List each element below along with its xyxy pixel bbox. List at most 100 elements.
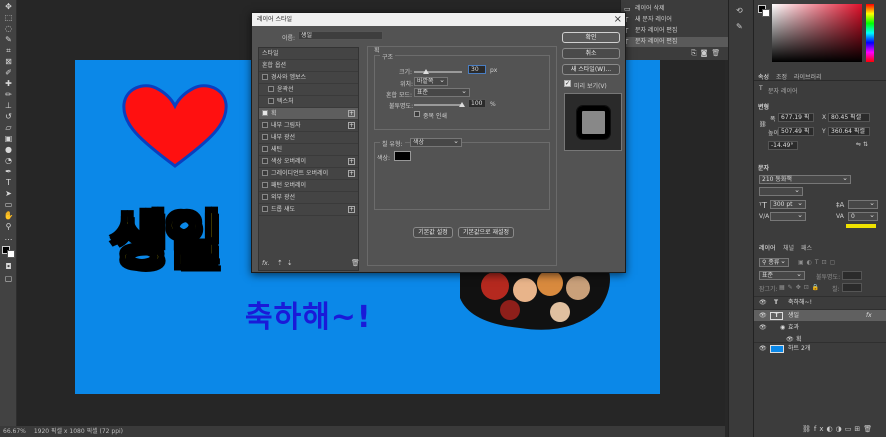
height-field[interactable]: 507.49 픽 [778,127,814,136]
style-name-field[interactable]: 생일 [298,31,383,40]
more-tools-icon[interactable]: … [3,233,14,243]
quick-mask-icon[interactable]: ◘ [3,262,14,272]
cancel-button[interactable]: 취소 [562,48,620,59]
add-style-icon[interactable]: + [348,122,355,129]
blend-mode-select[interactable]: 표준 [759,270,805,280]
layers-footer-icons[interactable]: ⛓fx◐◑▭⊞🗑 [802,425,875,433]
pen-tool-icon[interactable]: ✒ [3,167,14,177]
style-item[interactable]: 획 + [259,108,358,120]
hand-tool-icon[interactable]: ✋ [3,211,14,221]
leading-select[interactable] [848,199,878,209]
color-background-swatch[interactable] [762,9,770,17]
reset-default-button[interactable]: 기본값으로 재설정 [458,227,514,238]
angle-field[interactable]: -14.49° [768,141,798,150]
crop-tool-icon[interactable]: ⌗ [3,46,14,56]
size-field[interactable]: 30 [468,65,486,74]
layer-row[interactable]: 👁 T 축하해~! [754,296,886,308]
color-picker-field[interactable] [772,4,862,62]
add-style-icon[interactable]: + [348,206,355,213]
flip-icons[interactable]: ⇋⇅ [856,141,870,148]
fx-menu-icon[interactable]: fx. [262,260,270,267]
eye-icon[interactable]: 👁 [759,297,767,309]
new-style-button[interactable]: 새 스타일(W)... [562,64,620,75]
make-default-button[interactable]: 기본값 설정 [413,227,453,238]
character-section-title[interactable]: 문자 [758,163,769,172]
style-item[interactable]: 새틴 [259,144,358,156]
layer-effects-row[interactable]: 👁 ◉ 효과 [754,322,886,334]
stamp-tool-icon[interactable]: ⊥ [3,101,14,111]
screen-mode-icon[interactable]: ▢ [3,274,14,284]
tab-paths[interactable]: 패스 [801,243,812,252]
background-color-swatch[interactable] [7,250,15,258]
healing-brush-icon[interactable]: ✚ [3,79,14,89]
layer-row-selected[interactable]: 👁 T 생일 fx [754,309,886,321]
style-item[interactable]: 내부 그림자 + [259,120,358,132]
add-style-icon[interactable]: + [348,110,355,117]
hue-slider[interactable] [866,4,874,62]
quick-select-tool-icon[interactable]: ✎ [3,35,14,45]
preview-checkbox[interactable]: ✓ [564,80,571,87]
history-item[interactable]: T새 문자 레이어 [621,15,729,25]
styles-header[interactable]: 스타일 [259,48,358,60]
style-checkbox[interactable] [262,110,268,116]
stroke-color-swatch[interactable] [394,151,411,161]
width-field[interactable]: 677.19 픽 [778,113,814,122]
opacity-slider-knob[interactable] [459,102,465,107]
font-size-select[interactable]: 300 pt [770,199,806,209]
zoom-level[interactable]: 66.67% [3,428,26,435]
eraser-tool-icon[interactable]: ▱ [3,123,14,133]
overprint-checkbox[interactable] [414,111,420,117]
ok-button[interactable]: 확인 [562,32,620,43]
style-item[interactable]: 경사와 엠보스 [259,72,358,84]
style-checkbox[interactable] [262,206,268,212]
eye-icon[interactable]: 👁 [759,310,767,322]
style-checkbox[interactable] [262,146,268,152]
font-style-select[interactable] [759,186,803,196]
add-style-icon[interactable]: + [348,158,355,165]
blend-options-item[interactable]: 혼합 옵션 [259,60,358,72]
style-item[interactable]: 드롭 섀도 + [259,204,358,216]
style-checkbox[interactable] [268,98,274,104]
layer-filter-select[interactable]: ⚲ 종류 [759,257,789,267]
style-item[interactable]: 그레이디언트 오버레이 + [259,168,358,180]
style-checkbox[interactable] [262,194,268,200]
zoom-tool-icon[interactable]: ⚲ [3,222,14,232]
text-color-swatch[interactable] [846,224,876,228]
opacity-field[interactable]: 100 [468,99,486,108]
fill-field[interactable] [842,283,862,292]
y-field[interactable]: 360.64 픽셀 [828,127,870,136]
frame-tool-icon[interactable]: ⊠ [3,57,14,67]
lock-icons[interactable]: ▦✎✥⊡🔒 [779,284,822,291]
style-checkbox[interactable] [262,134,268,140]
size-slider[interactable] [414,71,462,73]
link-icon[interactable]: ⛓ [759,121,767,128]
style-item[interactable]: 외부 광선 [259,192,358,204]
fx-icon[interactable]: fx [866,310,872,322]
position-select[interactable]: 바깥쪽 [414,76,448,86]
layer-row[interactable]: 👁 하트 2개 [754,342,886,354]
eye-icon[interactable]: 👁 [759,343,767,355]
path-select-icon[interactable]: ➤ [3,189,14,199]
tracking-select[interactable]: 0 [848,211,878,221]
add-style-icon[interactable]: + [348,170,355,177]
style-checkbox[interactable] [262,170,268,176]
lasso-tool-icon[interactable]: ◌ [3,24,14,34]
font-family-select[interactable]: 210 동화책 [759,174,851,184]
dodge-tool-icon[interactable]: ◔ [3,156,14,166]
style-item[interactable]: 텍스처 [259,96,358,108]
gradient-tool-icon[interactable]: ▣ [3,134,14,144]
size-slider-knob[interactable] [423,69,429,74]
trash-icon[interactable]: 🗑 [351,259,360,267]
style-checkbox[interactable] [268,86,274,92]
style-checkbox[interactable] [262,74,268,80]
kerning-select[interactable] [770,211,806,221]
opacity-slider[interactable] [414,104,462,106]
fill-type-select[interactable]: 색상 [410,137,462,147]
eyedropper-tool-icon[interactable]: ✐ [3,68,14,78]
x-field[interactable]: 80.45 픽셀 [828,113,870,122]
style-item[interactable]: 윤곽선 [259,84,358,96]
style-checkbox[interactable] [262,182,268,188]
type-tool-icon[interactable]: T [3,178,14,188]
shape-tool-icon[interactable]: ▭ [3,200,14,210]
tab-channels[interactable]: 채널 [783,243,794,252]
